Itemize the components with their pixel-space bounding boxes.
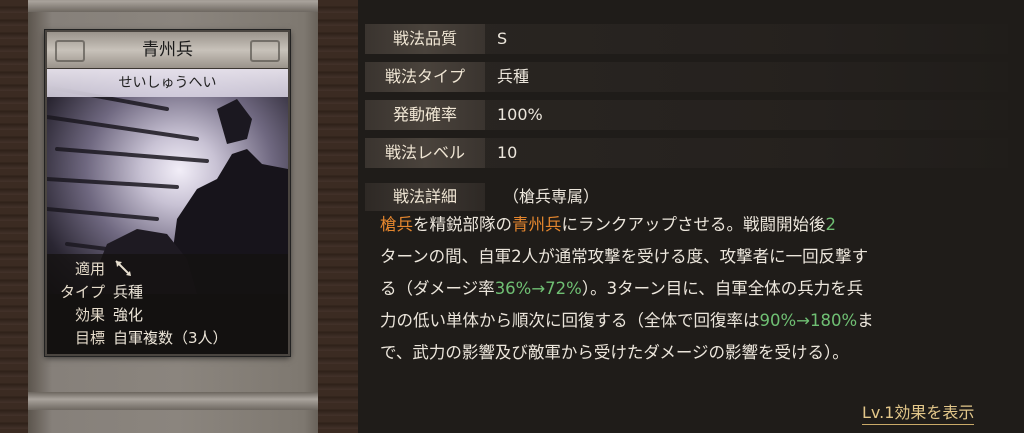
description-text: ターンの間、自軍2人が通常攻撃を受ける度、攻撃者に一回反撃す <box>380 247 869 266</box>
info-row-apply: 適用 <box>47 258 288 280</box>
stat-label: 発動確率 <box>365 100 485 130</box>
stat-value: 10 <box>497 143 518 162</box>
description-text: で、武力の影響及び敵軍から受けたダメージの影響を受ける）。 <box>380 343 849 362</box>
info-row-type: タイプ 兵種 <box>47 281 288 303</box>
scroll-roll-bottom <box>28 392 328 410</box>
wood-frame-right <box>318 0 358 433</box>
highlighted-term: 青州兵 <box>512 215 562 234</box>
description-text: ）。3ターン目に、自軍全体の兵力を兵 <box>581 279 864 298</box>
stat-value: 100% <box>497 105 543 124</box>
info-value: 強化 <box>113 306 144 324</box>
card-info-panel: 適用 タイプ 兵種 効果 強化 目標 自軍複数（3人） <box>47 254 288 354</box>
highlighted-term: 36%→72% <box>494 279 582 298</box>
info-value: 自軍複数（3人） <box>113 329 228 347</box>
info-label: 適用 <box>74 260 105 278</box>
card-title: 青州兵 <box>47 32 288 69</box>
description-text: 力の低い単体から順次に回復する（全体で回復率は <box>380 311 760 330</box>
description-line: る（ダメージ率36%→72%）。3ターン目に、自軍全体の兵力を兵 <box>380 273 1010 305</box>
info-label: 目標 <box>74 329 105 347</box>
description-text: にランクアップさせる。戦闘開始後 <box>561 215 826 234</box>
description-text: ま <box>857 311 874 330</box>
description-line: 力の低い単体から順次に回復する（全体で回復率は90%→180%ま <box>380 305 1010 337</box>
description-line: ターンの間、自軍2人が通常攻撃を受ける度、攻撃者に一回反撃す <box>380 241 1010 273</box>
info-label: タイプ <box>59 283 105 301</box>
highlighted-term: 槍兵 <box>380 215 413 234</box>
card-reading: せいしゅうへい <box>47 69 288 97</box>
detail-header: 戦法詳細 （槍兵専属） <box>365 183 1008 211</box>
info-label: 効果 <box>74 306 105 324</box>
stat-row-quality: 戦法品質 S <box>365 24 1008 54</box>
info-row-target: 目標 自軍複数（3人） <box>47 327 288 349</box>
detail-note: （槍兵専属） <box>503 187 600 206</box>
highlighted-term: 2 <box>825 215 837 234</box>
stat-value: S <box>497 29 508 48</box>
description-text: を精鋭部隊の <box>413 215 512 234</box>
stat-row-rate: 発動確率 100% <box>365 100 1008 130</box>
highlighted-term: 90%→180% <box>759 311 858 330</box>
detail-label: 戦法詳細 <box>365 183 485 211</box>
scroll-roll-top <box>28 0 328 12</box>
stat-row-type: 戦法タイプ 兵種 <box>365 62 1008 92</box>
info-value: 兵種 <box>113 283 144 301</box>
description-line: 槍兵を精鋭部隊の青州兵にランクアップさせる。戦闘開始後2 <box>380 209 1010 241</box>
tactic-card: 青州兵 せいしゅうへい 適用 タイプ 兵種 効果 強化 目標 自軍複数（3人） <box>45 30 290 356</box>
stat-row-level: 戦法レベル 10 <box>365 138 1008 168</box>
card-name: 青州兵 <box>142 40 193 60</box>
info-row-effect: 効果 強化 <box>47 304 288 326</box>
show-lv1-effect-link[interactable]: Lv.1効果を表示 <box>862 402 975 425</box>
stat-label: 戦法レベル <box>365 138 485 168</box>
description-line: で、武力の影響及び敵軍から受けたダメージの影響を受ける）。 <box>380 337 1010 369</box>
stat-label: 戦法タイプ <box>365 62 485 92</box>
description-text: る（ダメージ率 <box>380 279 495 298</box>
faded-overflow-text <box>380 382 980 404</box>
stat-label: 戦法品質 <box>365 24 485 54</box>
stat-value: 兵種 <box>497 67 530 86</box>
tactic-description: 槍兵を精鋭部隊の青州兵にランクアップさせる。戦闘開始後2 ターンの間、自軍2人が通… <box>380 209 1010 369</box>
